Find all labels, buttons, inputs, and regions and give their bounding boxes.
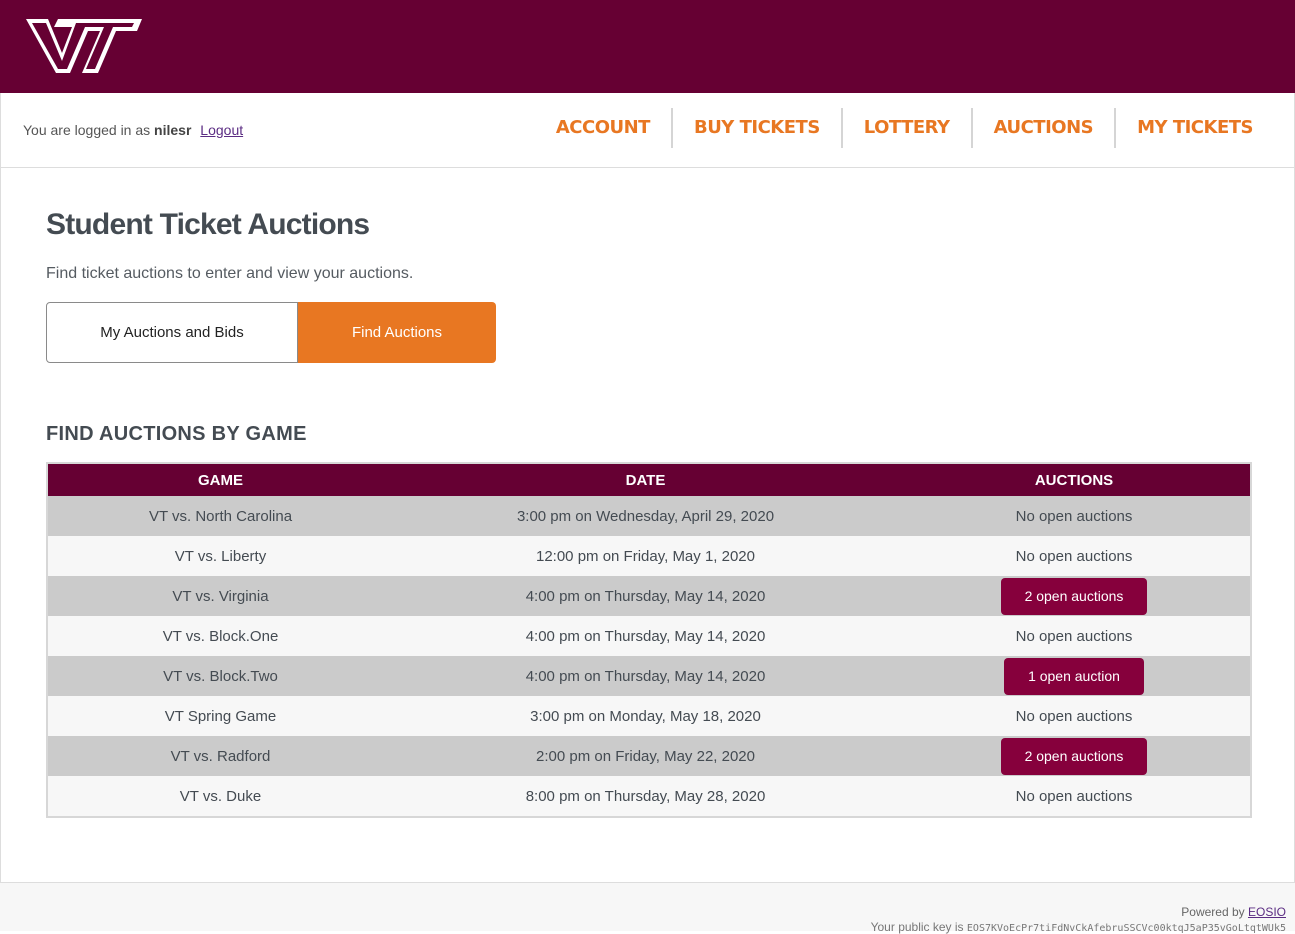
table-row: VT vs. Duke 8:00 pm on Thursday, May 28,… [47, 776, 1251, 817]
table-row: VT vs. Block.One 4:00 pm on Thursday, Ma… [47, 616, 1251, 656]
table-row: VT vs. Radford 2:00 pm on Friday, May 22… [47, 736, 1251, 776]
table-header-row: GAME DATE AUCTIONS [47, 463, 1251, 496]
top-banner [0, 0, 1295, 93]
game-cell: VT vs. Virginia [47, 576, 393, 616]
game-cell: VT vs. Block.Two [47, 656, 393, 696]
section-title: FIND AUCTIONS BY GAME [46, 423, 307, 445]
date-cell: 3:00 pm on Wednesday, April 29, 2020 [393, 496, 898, 536]
footer: Powered by EOSIO Your public key is EOS7… [0, 882, 1295, 934]
table-row: VT vs. Liberty 12:00 pm on Friday, May 1… [47, 536, 1251, 576]
auctions-cell: No open auctions [898, 776, 1251, 817]
page-subtitle: Find ticket auctions to enter and view y… [46, 265, 414, 282]
game-cell: VT vs. Duke [47, 776, 393, 817]
open-auctions-button[interactable]: 2 open auctions [1000, 737, 1148, 775]
header-game: GAME [47, 463, 393, 496]
page-title: Student Ticket Auctions [46, 208, 370, 241]
table-row: VT vs. Block.Two 4:00 pm on Thursday, Ma… [47, 656, 1251, 696]
login-status: You are logged in as nilesr Logout [23, 122, 243, 138]
auction-view-toggle: My Auctions and Bids Find Auctions [46, 302, 496, 363]
table-row: VT vs. Virginia 4:00 pm on Thursday, May… [47, 576, 1251, 616]
date-cell: 4:00 pm on Thursday, May 14, 2020 [393, 616, 898, 656]
auctions-cell: 1 open auction [898, 656, 1251, 696]
games-table: GAME DATE AUCTIONS VT vs. North Carolina… [46, 462, 1252, 818]
game-cell: VT vs. North Carolina [47, 496, 393, 536]
public-key: Your public key is EOS7KVoEcPr7tiFdNvCkA… [871, 920, 1286, 934]
main-content: Student Ticket Auctions Find ticket auct… [0, 168, 1295, 882]
vt-logo-icon [26, 19, 142, 73]
nav-account[interactable]: ACCOUNT [535, 108, 671, 148]
date-cell: 4:00 pm on Thursday, May 14, 2020 [393, 656, 898, 696]
find-auctions-button[interactable]: Find Auctions [298, 302, 496, 363]
vt-logo[interactable] [24, 17, 144, 80]
game-cell: VT Spring Game [47, 696, 393, 736]
header-auctions: AUCTIONS [898, 463, 1251, 496]
date-cell: 8:00 pm on Thursday, May 28, 2020 [393, 776, 898, 817]
nav-auctions[interactable]: AUCTIONS [970, 108, 1115, 148]
nav-lottery[interactable]: LOTTERY [840, 108, 971, 148]
game-cell: VT vs. Radford [47, 736, 393, 776]
my-auctions-button[interactable]: My Auctions and Bids [46, 302, 298, 363]
game-cell: VT vs. Liberty [47, 536, 393, 576]
login-username: nilesr [154, 122, 192, 138]
logout-link[interactable]: Logout [200, 122, 243, 138]
eosio-link[interactable]: EOSIO [1248, 905, 1286, 919]
date-cell: 4:00 pm on Thursday, May 14, 2020 [393, 576, 898, 616]
auctions-cell: 2 open auctions [898, 576, 1251, 616]
public-key-label: Your public key is [870, 920, 964, 934]
date-cell: 2:00 pm on Friday, May 22, 2020 [393, 736, 898, 776]
public-key-value: EOS7KVoEcPr7tiFdNvCkAfebruSSCVc00ktqJ5aP… [966, 923, 1286, 934]
game-cell: VT vs. Block.One [47, 616, 393, 656]
login-prefix: You are logged in as [23, 122, 151, 138]
table-row: VT Spring Game 3:00 pm on Monday, May 18… [47, 696, 1251, 736]
nav-my-tickets[interactable]: MY TICKETS [1114, 108, 1274, 148]
nav-buy-tickets[interactable]: BUY TICKETS [670, 108, 841, 148]
auctions-cell: No open auctions [898, 496, 1251, 536]
powered-by-label: Powered by [1181, 905, 1245, 919]
nav-bar: You are logged in as nilesr Logout ACCOU… [0, 93, 1295, 168]
open-auctions-button[interactable]: 1 open auction [1004, 657, 1144, 695]
auctions-cell: 2 open auctions [898, 736, 1251, 776]
date-cell: 3:00 pm on Monday, May 18, 2020 [393, 696, 898, 736]
games-table-body: VT vs. North Carolina 3:00 pm on Wednesd… [47, 496, 1251, 817]
header-date: DATE [393, 463, 898, 496]
date-cell: 12:00 pm on Friday, May 1, 2020 [393, 536, 898, 576]
powered-by: Powered by EOSIO [1181, 905, 1286, 919]
open-auctions-button[interactable]: 2 open auctions [1000, 577, 1148, 615]
table-row: VT vs. North Carolina 3:00 pm on Wednesd… [47, 496, 1251, 536]
main-nav-links: ACCOUNT BUY TICKETS LOTTERY AUCTIONS MY … [535, 108, 1274, 148]
auctions-cell: No open auctions [898, 536, 1251, 576]
auctions-cell: No open auctions [898, 696, 1251, 736]
auctions-cell: No open auctions [898, 616, 1251, 656]
